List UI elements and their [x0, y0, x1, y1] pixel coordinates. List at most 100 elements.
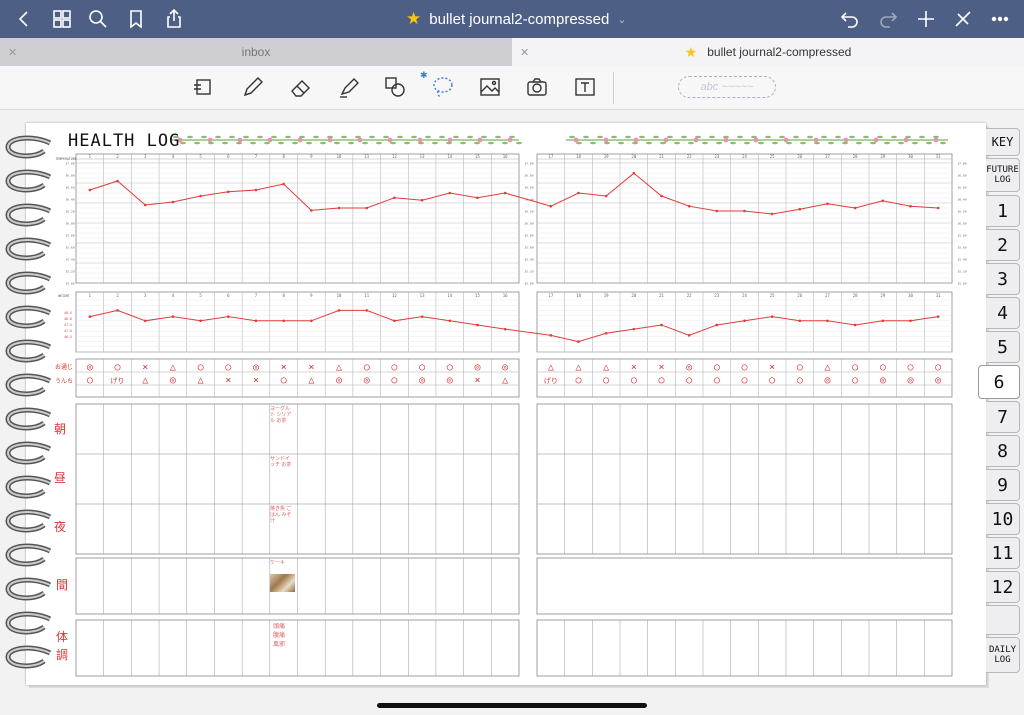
day-label: 16 — [503, 293, 508, 298]
vine-leaf — [369, 135, 375, 139]
weight-point — [476, 323, 479, 327]
vine-leaf — [590, 141, 596, 145]
vine-leaf — [702, 141, 708, 145]
section-tab-1[interactable]: 1 — [986, 195, 1020, 227]
day-label: 26 — [797, 293, 802, 298]
vine-leaf — [828, 141, 834, 145]
vine-leaf — [674, 141, 680, 145]
day-label: 28 — [853, 154, 858, 159]
day-label: 6 — [227, 293, 230, 298]
vine-leaf — [341, 135, 347, 139]
vine-leaf — [646, 141, 652, 145]
section-tab-key[interactable]: KEY — [986, 128, 1020, 156]
weight-point — [853, 323, 857, 327]
log-grid-frame — [536, 403, 953, 555]
vine-leaf — [569, 135, 575, 139]
temp-scale-label: 35.80 — [957, 234, 966, 238]
temperature-point — [143, 203, 147, 207]
weight-point — [687, 334, 691, 337]
day-label: 26 — [797, 154, 802, 159]
section-tab-9[interactable]: 9 — [986, 469, 1020, 501]
row-label-morning: 朝 — [54, 422, 67, 436]
bowel-symbol: ○ — [797, 362, 803, 373]
weight-point — [577, 340, 580, 343]
vine-leaf — [716, 141, 722, 145]
section-tab-6[interactable]: 6 — [978, 365, 1020, 399]
section-tab-7[interactable]: 7 — [986, 401, 1020, 433]
note-snack: ケーキ — [270, 560, 286, 566]
bowel-symbol: ◎ — [253, 362, 259, 373]
section-tab-blank[interactable] — [986, 605, 1020, 635]
flower — [633, 137, 639, 143]
note-condition: 頭痛 腹痛 風邪 — [273, 624, 286, 648]
section-tab-11[interactable]: 11 — [986, 537, 1020, 569]
stool-symbol: ◎ — [824, 375, 830, 386]
temperature-point — [743, 209, 746, 213]
stool-symbol: ○ — [281, 375, 287, 386]
day-label: 29 — [880, 154, 885, 159]
temp-scale-label: 37.00 — [957, 162, 966, 166]
section-tab-3[interactable]: 3 — [986, 263, 1020, 295]
temperature-point — [853, 206, 857, 210]
flower — [237, 137, 243, 143]
day-label: 27 — [825, 154, 830, 159]
flower — [603, 137, 609, 143]
stool-symbol: × — [253, 375, 259, 386]
day-label: 10 — [337, 293, 342, 298]
log-grid-frame — [536, 557, 953, 615]
binder-ring — [4, 339, 52, 367]
flower — [663, 137, 669, 143]
day-label: 22 — [687, 293, 692, 298]
section-tab-4[interactable]: 4 — [986, 297, 1020, 329]
vine-leaf — [411, 135, 417, 139]
day-label: 16 — [503, 154, 508, 159]
vine-leaf — [495, 135, 501, 139]
day-label: 15 — [475, 293, 480, 298]
stool-symbol: ○ — [603, 375, 609, 386]
vine-leaf — [898, 141, 904, 145]
flower — [297, 137, 303, 143]
bowel-symbol: △ — [575, 362, 581, 373]
section-tab-10[interactable]: 10 — [986, 503, 1020, 535]
section-tab-12[interactable]: 12 — [986, 571, 1020, 603]
row-label-bowel: お通じ — [55, 365, 74, 371]
temp-scale-label: 36.00 — [524, 222, 533, 226]
vine-leaf — [779, 135, 785, 139]
temp-scale-label: 35.40 — [524, 258, 533, 262]
section-tab-8[interactable]: 8 — [986, 435, 1020, 467]
temperature-point — [226, 190, 230, 194]
food-photo — [270, 574, 295, 592]
vine-leaf — [793, 135, 799, 139]
stool-symbol: ◎ — [880, 375, 886, 386]
vine-leaf — [453, 135, 459, 139]
section-tab-5[interactable]: 5 — [986, 331, 1020, 363]
stool-symbol: △ — [198, 375, 204, 386]
day-label: 24 — [742, 154, 747, 159]
temp-scale-label: 36.20 — [957, 210, 966, 214]
row-label-condition-2: 調 — [56, 648, 69, 662]
temp-scale-label: 35.80 — [524, 234, 533, 238]
vine-leaf — [313, 135, 319, 139]
day-label: 25 — [770, 293, 775, 298]
vine-leaf — [940, 141, 946, 145]
vine-leaf — [481, 135, 487, 139]
temp-scale-label: 35.20 — [957, 270, 966, 274]
section-tab-daily-log[interactable]: DAILY LOG — [986, 637, 1020, 673]
bowel-symbol: △ — [548, 362, 554, 373]
temp-scale-label: 36.60 — [65, 186, 74, 190]
weight-point — [826, 319, 829, 323]
temp-scale-label: 36.40 — [957, 198, 966, 202]
flower — [207, 137, 213, 143]
section-tab-future-log[interactable]: FUTURE LOG — [986, 158, 1020, 192]
temperature-point — [116, 179, 119, 183]
day-label: 7 — [255, 293, 258, 298]
bowel-symbol: × — [308, 362, 314, 373]
day-label: 31 — [936, 154, 941, 159]
temp-scale-label: 37.00 — [524, 162, 533, 166]
section-tab-2[interactable]: 2 — [986, 229, 1020, 261]
stool-symbol: ◎ — [907, 375, 913, 386]
vine-leaf — [919, 135, 925, 139]
day-label: 7 — [255, 154, 258, 159]
temperature-point — [199, 194, 202, 198]
day-label: 23 — [714, 293, 719, 298]
